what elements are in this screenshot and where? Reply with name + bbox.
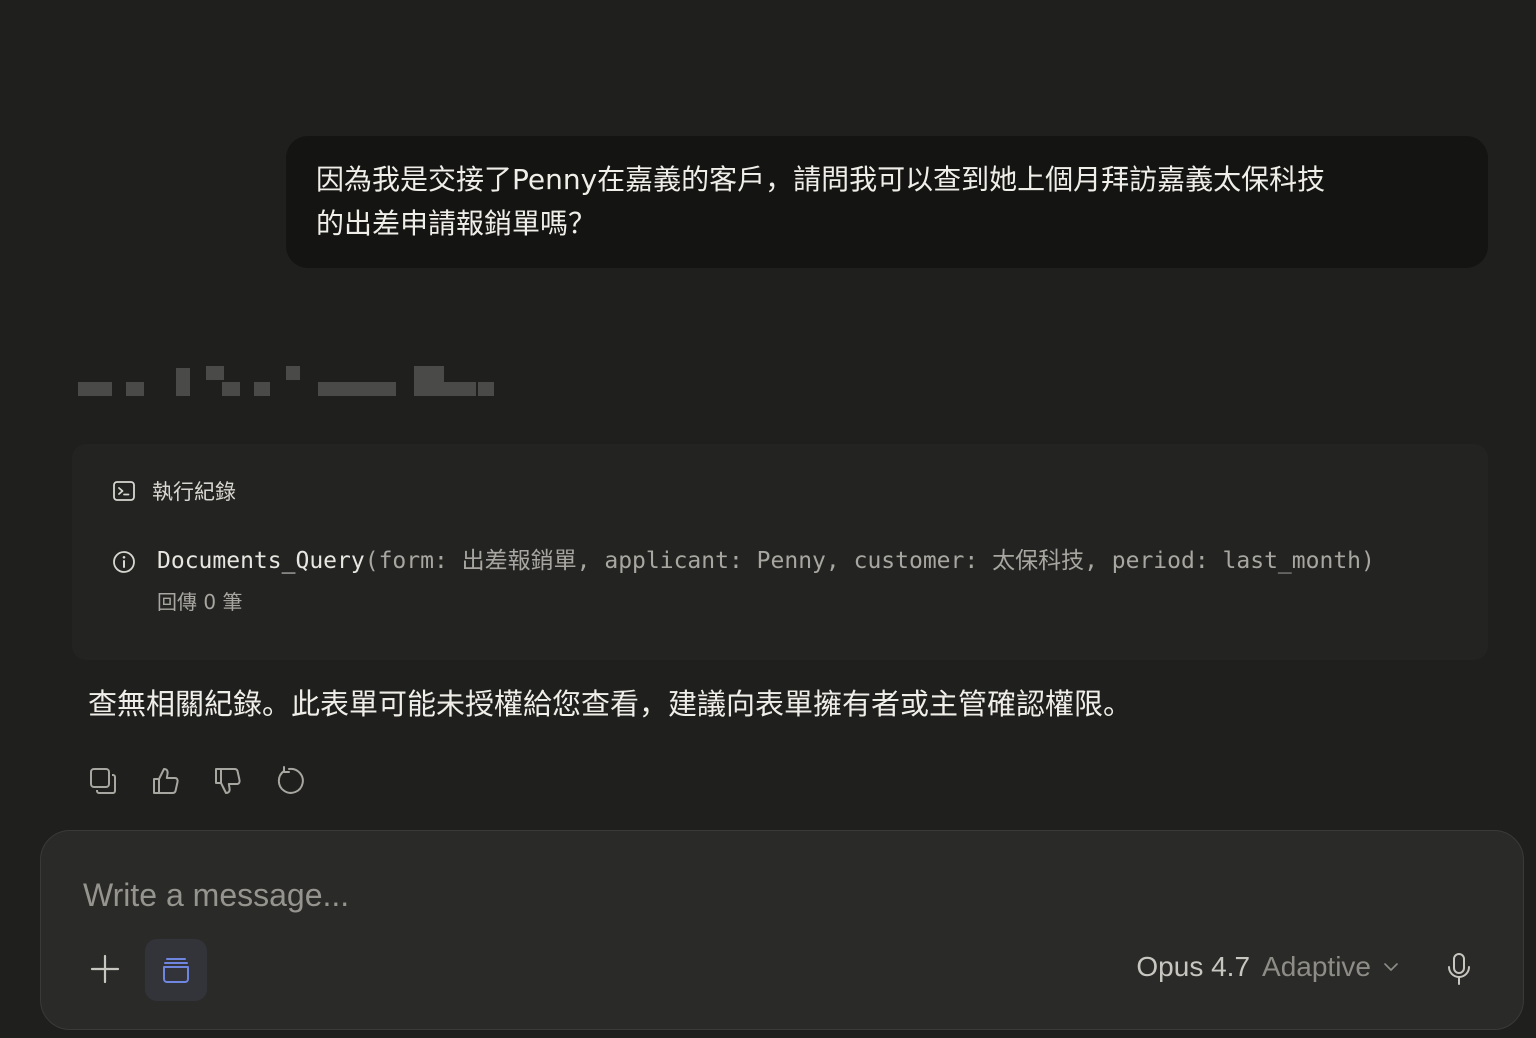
user-message-line: 因為我是交接了Penny在嘉義的客戶，請問我可以查到她上個月拜訪嘉義太保科技 — [316, 163, 1326, 196]
message-input[interactable] — [81, 871, 1385, 919]
assistant-message: 查無相關紀錄。此表單可能未授權給您查看，建議向表單擁有者或主管確認權限。 — [88, 687, 1133, 721]
user-message-line: 的出差申請報銷單嗎？ — [316, 207, 597, 240]
function-args: (form: 出差報銷單, applicant: Penny, customer… — [364, 548, 1375, 574]
project-button[interactable] — [145, 939, 207, 1001]
execution-log-header[interactable]: 執行紀錄 — [112, 476, 236, 506]
model-selector[interactable]: Opus 4.7 Adaptive — [1136, 951, 1399, 983]
message-actions — [86, 764, 334, 798]
thumbs-down-button[interactable] — [210, 764, 244, 798]
user-message-bubble: 因為我是交接了Penny在嘉義的客戶，請問我可以查到她上個月拜訪嘉義太保科技 的… — [286, 136, 1488, 268]
terminal-icon — [113, 481, 135, 501]
voice-input-button[interactable] — [1439, 949, 1479, 989]
chevron-down-icon — [1384, 963, 1398, 971]
execution-log-title: 執行紀錄 — [152, 480, 236, 504]
archive-box-icon — [163, 958, 189, 983]
message-composer: Opus 4.7 Adaptive — [40, 830, 1524, 1030]
retry-button[interactable] — [272, 764, 306, 798]
thumbs-up-button[interactable] — [148, 764, 182, 798]
function-name: Documents_Query — [157, 548, 365, 574]
info-icon — [113, 551, 135, 573]
copy-icon — [90, 768, 116, 794]
add-attachment-button[interactable] — [85, 949, 125, 989]
execution-log-card: 執行紀錄 Documents_Query(form: 出差報銷單, applic… — [72, 444, 1488, 660]
plus-icon — [90, 954, 120, 984]
microphone-icon — [1448, 953, 1470, 985]
thumbs-up-icon — [153, 768, 179, 794]
function-call: Documents_Query(form: 出差報銷單, applicant: … — [157, 544, 1375, 578]
function-result: 回傳 0 筆 — [157, 590, 243, 614]
model-name: Opus 4.7 — [1136, 951, 1251, 982]
copy-button[interactable] — [86, 764, 120, 798]
retry-icon — [277, 766, 304, 794]
model-mode: Adaptive — [1262, 951, 1371, 982]
redacted-status-text — [78, 364, 498, 400]
thumbs-down-icon — [215, 768, 241, 794]
